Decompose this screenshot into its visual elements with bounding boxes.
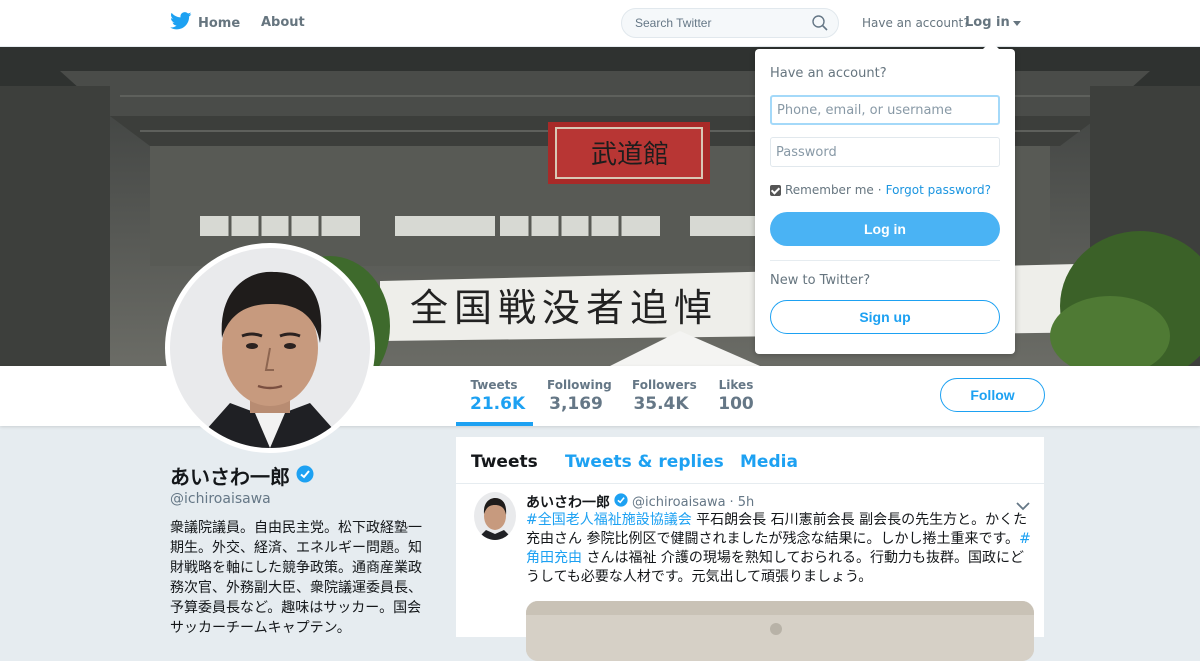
twitter-bird-icon [170, 12, 192, 34]
tweet-author-handle[interactable]: @ichiroaisawa [632, 495, 726, 510]
stat-likes[interactable]: Likes 100 [718, 378, 754, 414]
timeline: Tweets Tweets & replies Media あいさわ一郎 @ic… [456, 437, 1044, 661]
verified-badge-icon [296, 465, 314, 487]
login-toggle-label: Log in [965, 15, 1010, 30]
profile-handle[interactable]: @ichiroaisawa [170, 491, 271, 507]
profile-name[interactable]: あいさわ一郎 [170, 461, 290, 490]
stat-following-value: 3,169 [549, 394, 603, 414]
profile-name-row: あいさわ一郎 [170, 461, 314, 490]
follow-button[interactable]: Follow [940, 378, 1045, 412]
dropdown-arrow [983, 41, 999, 49]
search-box[interactable] [621, 8, 839, 38]
stat-likes-value: 100 [718, 394, 754, 414]
stat-following-label: Following [547, 378, 612, 392]
login-dropdown-toggle[interactable]: Log in [965, 15, 1021, 30]
tweet-separator: · [729, 494, 734, 510]
dropdown-divider [770, 260, 1000, 261]
profile-bio: 衆議院議員。自由民主党。松下政経塾一期生。外交、経済、エネルギー問題。知財戦略を… [170, 520, 422, 636]
tweet-item[interactable]: あいさわ一郎 @ichiroaisawa · 5h #全国老人福祉施設協議会 平… [456, 484, 1044, 661]
tweet-text-part: さんは福祉 介護の現場を熟知しておられる。行動力も抜群。国政にどうしても必要な人… [526, 550, 1025, 585]
tweet-timestamp[interactable]: 5h [738, 495, 755, 510]
nav-about[interactable]: About [261, 15, 305, 30]
signup-button[interactable]: Sign up [770, 300, 1000, 334]
top-nav: Home About Have an account? Log in [0, 0, 1200, 47]
username-input[interactable] [770, 95, 1000, 125]
nav-home-label: Home [198, 15, 241, 31]
tweet-text: #全国老人福祉施設協議会 平石朗会長 石川憲前会長 副会長の先生方と。かくた充由… [526, 511, 1032, 587]
login-button[interactable]: Log in [770, 212, 1000, 246]
login-dropdown-title: Have an account? [770, 66, 887, 81]
nav-home[interactable]: Home [170, 12, 240, 34]
new-to-twitter-text: New to Twitter? [770, 273, 871, 288]
active-tab-indicator [456, 422, 533, 426]
tab-media[interactable]: Media [740, 452, 798, 472]
tweet-header: あいさわ一郎 @ichiroaisawa · 5h [526, 492, 754, 512]
remember-checkbox[interactable] [770, 184, 781, 196]
banner-memorial-text: 全国戦没者追悼 [410, 286, 718, 330]
search-input[interactable] [633, 15, 807, 31]
remember-separator: · [877, 183, 882, 197]
login-dropdown: Have an account? Remember me · Forgot pa… [755, 41, 1015, 354]
search-icon[interactable] [812, 15, 828, 35]
verified-badge-icon [614, 493, 628, 511]
have-account-text: Have an account? [862, 16, 970, 30]
caret-down-icon [1012, 21, 1021, 26]
remember-row: Remember me · Forgot password? [770, 183, 991, 197]
tweet-avatar[interactable] [474, 492, 516, 540]
timeline-tabs: Tweets Tweets & replies Media [456, 437, 1044, 484]
tweet-author-name[interactable]: あいさわ一郎 [526, 492, 610, 512]
stat-followers[interactable]: Followers 35.4K [632, 378, 697, 414]
stat-following[interactable]: Following 3,169 [547, 378, 612, 414]
forgot-password-link[interactable]: Forgot password? [886, 183, 991, 197]
banner-plaque-text: 武道館 [591, 140, 669, 170]
tab-tweets-replies[interactable]: Tweets & replies [565, 452, 724, 472]
stat-followers-label: Followers [632, 378, 697, 392]
stat-followers-value: 35.4K [633, 394, 689, 414]
tweet-hashtag[interactable]: #全国老人福祉施設協議会 [526, 512, 692, 528]
tab-tweets[interactable]: Tweets [471, 452, 538, 472]
stat-tweets-label: Tweets [470, 378, 518, 392]
stat-tweets-value: 21.6K [470, 394, 526, 414]
profile-avatar[interactable] [165, 243, 375, 453]
password-input[interactable] [770, 137, 1000, 167]
tweet-media-image[interactable] [526, 601, 1034, 661]
stat-likes-label: Likes [718, 378, 754, 392]
stat-tweets[interactable]: Tweets 21.6K [470, 378, 526, 414]
remember-label[interactable]: Remember me [785, 183, 874, 197]
